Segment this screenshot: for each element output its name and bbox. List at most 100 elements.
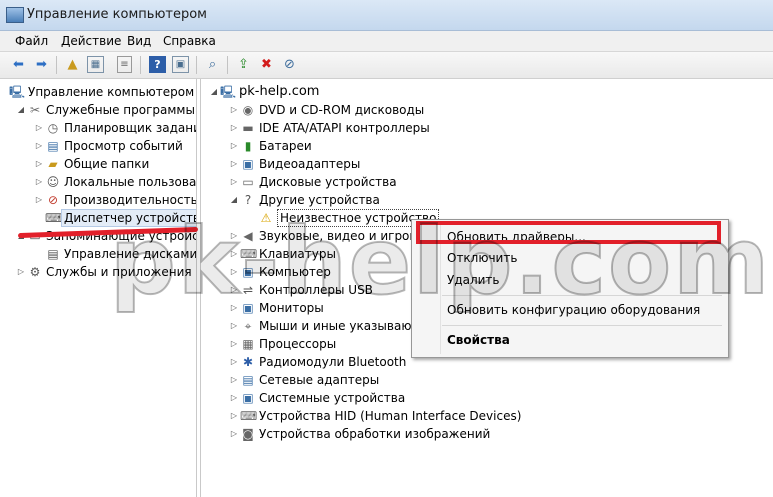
- properties-icon[interactable]: ≡: [117, 56, 132, 73]
- tree-item-computer-management[interactable]: 🖳 Управление компьютером (л: [8, 83, 196, 101]
- device-category-ide[interactable]: ▷ ▬ IDE ATA/ATAPI контроллеры: [229, 119, 430, 137]
- computer-icon: 🖳: [220, 85, 237, 99]
- uninstall-icon[interactable]: ✖: [258, 56, 275, 73]
- device-category-disks[interactable]: ▷ ▭ Дисковые устройства: [229, 173, 397, 191]
- device-category-video[interactable]: ▷ ▣ Видеоадаптеры: [229, 155, 360, 173]
- mouse-icon: ⌖: [244, 319, 252, 333]
- collapsed-arrow-icon[interactable]: ▷: [16, 263, 26, 281]
- usb-icon: ⇌: [242, 283, 254, 297]
- expanded-arrow-icon[interactable]: ◢: [229, 191, 239, 209]
- collapsed-arrow-icon[interactable]: ▷: [229, 389, 239, 407]
- device-category-hid[interactable]: ▷ ⌨ Устройства HID (Human Interface Device…: [229, 407, 521, 425]
- collapsed-arrow-icon[interactable]: ▷: [229, 425, 239, 443]
- computer-management-icon: 🖳: [9, 85, 26, 99]
- menu-view[interactable]: Вид: [127, 34, 151, 48]
- tree-item-local-users[interactable]: ▷ ☺ Локальные пользовате: [34, 173, 196, 191]
- bluetooth-icon: ✱: [242, 355, 254, 369]
- shared-folder-icon: ▰: [48, 157, 58, 171]
- users-icon: ☺: [46, 175, 60, 189]
- tools-icon: ✂: [29, 103, 41, 117]
- title-bar: Управление компьютером: [0, 0, 773, 31]
- menu-help[interactable]: Справка: [163, 34, 216, 48]
- tree-item-system-tools[interactable]: ◢ ✂ Служебные программы: [16, 101, 195, 119]
- collapsed-arrow-icon[interactable]: ▷: [229, 371, 239, 389]
- tree-item-event-viewer[interactable]: ▷ ▤ Просмотр событий: [34, 137, 183, 155]
- device-category-dvd[interactable]: ▷ ◉ DVD и CD-ROM дисководы: [229, 101, 424, 119]
- device-category-monitors[interactable]: ▷ ▣ Мониторы: [229, 299, 324, 317]
- collapsed-arrow-icon[interactable]: ▷: [34, 191, 44, 209]
- navigation-tree: 🖳 Управление компьютером (л ◢ ✂ Служебные п…: [0, 79, 197, 497]
- computer-management-app-icon: [6, 7, 24, 23]
- device-tree-root[interactable]: ◢ 🖳 pk-help.com: [209, 83, 320, 101]
- view-icon[interactable]: ▣: [172, 56, 189, 73]
- show-hide-tree-icon[interactable]: ▦: [87, 56, 104, 73]
- collapsed-arrow-icon[interactable]: ▷: [229, 227, 239, 245]
- up-folder-icon[interactable]: ▲: [64, 56, 81, 73]
- display-adapter-icon: ▣: [242, 157, 254, 171]
- device-category-other[interactable]: ◢? Другие устройства: [229, 191, 380, 209]
- collapsed-arrow-icon[interactable]: ▷: [34, 155, 44, 173]
- back-arrow-icon[interactable]: ⬅: [10, 56, 27, 73]
- toolbar-separator: [140, 56, 141, 74]
- device-category-imaging[interactable]: ▷ ◙ Устройства обработки изображений: [229, 425, 490, 443]
- tree-item-device-manager[interactable]: ⌨ Диспетчер устройств: [44, 209, 196, 227]
- uninstall-menu-item[interactable]: Удалить: [447, 273, 500, 287]
- camera-icon: ◙: [242, 427, 254, 441]
- scan-hardware-icon[interactable]: ⌕: [204, 56, 221, 73]
- other-devices-icon: ?: [244, 193, 252, 207]
- tree-item-services-apps[interactable]: ▷ ⚙ Службы и приложения: [16, 263, 192, 281]
- collapsed-arrow-icon[interactable]: ▷: [229, 119, 239, 137]
- collapsed-arrow-icon[interactable]: ▷: [229, 335, 239, 353]
- menu-action[interactable]: Действие: [61, 34, 121, 48]
- tree-item-performance[interactable]: ▷ ⊘ Производительность: [34, 191, 196, 209]
- collapsed-arrow-icon[interactable]: ▷: [229, 299, 239, 317]
- device-category-computer[interactable]: ▷ ▣ Компьютер: [229, 263, 331, 281]
- collapsed-arrow-icon[interactable]: ▷: [34, 119, 44, 137]
- collapsed-arrow-icon[interactable]: ▷: [229, 137, 239, 155]
- collapsed-arrow-icon[interactable]: ▷: [229, 245, 239, 263]
- disable-menu-item[interactable]: Отключить: [447, 251, 517, 265]
- collapsed-arrow-icon[interactable]: ▷: [229, 101, 239, 119]
- collapsed-arrow-icon[interactable]: ▷: [34, 173, 44, 191]
- speaker-icon: ◀: [243, 229, 253, 243]
- device-category-batteries[interactable]: ▷ ▮ Батареи: [229, 137, 312, 155]
- disable-icon[interactable]: ⊘: [281, 56, 298, 73]
- device-category-bluetooth[interactable]: ▷ ✱ Радиомодули Bluetooth: [229, 353, 406, 371]
- collapsed-arrow-icon[interactable]: ▷: [34, 137, 44, 155]
- tree-item-disk-management[interactable]: ▤ Управление дисками: [44, 245, 196, 263]
- menu-file[interactable]: Файл: [15, 34, 48, 48]
- device-category-mice[interactable]: ▷ ⌖ Мыши и иные указывающ: [229, 317, 423, 335]
- collapsed-arrow-icon[interactable]: ▷: [229, 281, 239, 299]
- event-viewer-icon: ▤: [47, 139, 59, 153]
- forward-arrow-icon[interactable]: ➡: [33, 56, 50, 73]
- scan-hardware-menu-item[interactable]: Обновить конфигурацию оборудования: [447, 303, 700, 317]
- collapsed-arrow-icon[interactable]: ▷: [229, 155, 239, 173]
- collapsed-arrow-icon[interactable]: ▷: [229, 263, 239, 281]
- expanded-arrow-icon[interactable]: ◢: [16, 101, 26, 119]
- tree-item-task-scheduler[interactable]: ▷ ◷ Планировщик заданий: [34, 119, 196, 137]
- collapsed-arrow-icon[interactable]: ▷: [229, 317, 239, 335]
- help-icon[interactable]: ?: [149, 56, 166, 73]
- device-category-usb[interactable]: ▷ ⇌ Контроллеры USB: [229, 281, 373, 299]
- device-category-network[interactable]: ▷ ▤ Сетевые адаптеры: [229, 371, 379, 389]
- device-category-processors[interactable]: ▷ ▦ Процессоры: [229, 335, 336, 353]
- collapsed-arrow-icon[interactable]: ▷: [229, 173, 239, 191]
- computer-icon: ▣: [242, 265, 254, 279]
- collapsed-arrow-icon[interactable]: ▷: [229, 353, 239, 371]
- toolbar-separator: [56, 56, 57, 74]
- context-menu-separator: [442, 325, 722, 326]
- toolbar-separator: [227, 56, 228, 74]
- context-menu-separator: [442, 295, 722, 296]
- toolbar: ⬅ ➡ ▲ ▦ ≡ ? ▣ ⌕ ⇪ ✖ ⊘: [0, 52, 773, 79]
- update-driver-icon[interactable]: ⇪: [235, 56, 252, 73]
- device-manager-icon: ⌨: [45, 211, 63, 225]
- collapsed-arrow-icon[interactable]: ▷: [229, 407, 239, 425]
- clock-icon: ◷: [47, 121, 59, 135]
- warning-icon: ⚠: [260, 211, 272, 225]
- properties-menu-item[interactable]: Свойства: [447, 333, 510, 347]
- device-category-system[interactable]: ▷ ▣ Системные устройства: [229, 389, 405, 407]
- device-category-sound[interactable]: ▷ ◀ Звуковые, видео и игровые: [229, 227, 433, 245]
- device-category-keyboards[interactable]: ▷ ⌨ Клавиатуры: [229, 245, 336, 263]
- tree-item-shared-folders[interactable]: ▷ ▰ Общие папки: [34, 155, 149, 173]
- expanded-arrow-icon[interactable]: ◢: [209, 83, 219, 101]
